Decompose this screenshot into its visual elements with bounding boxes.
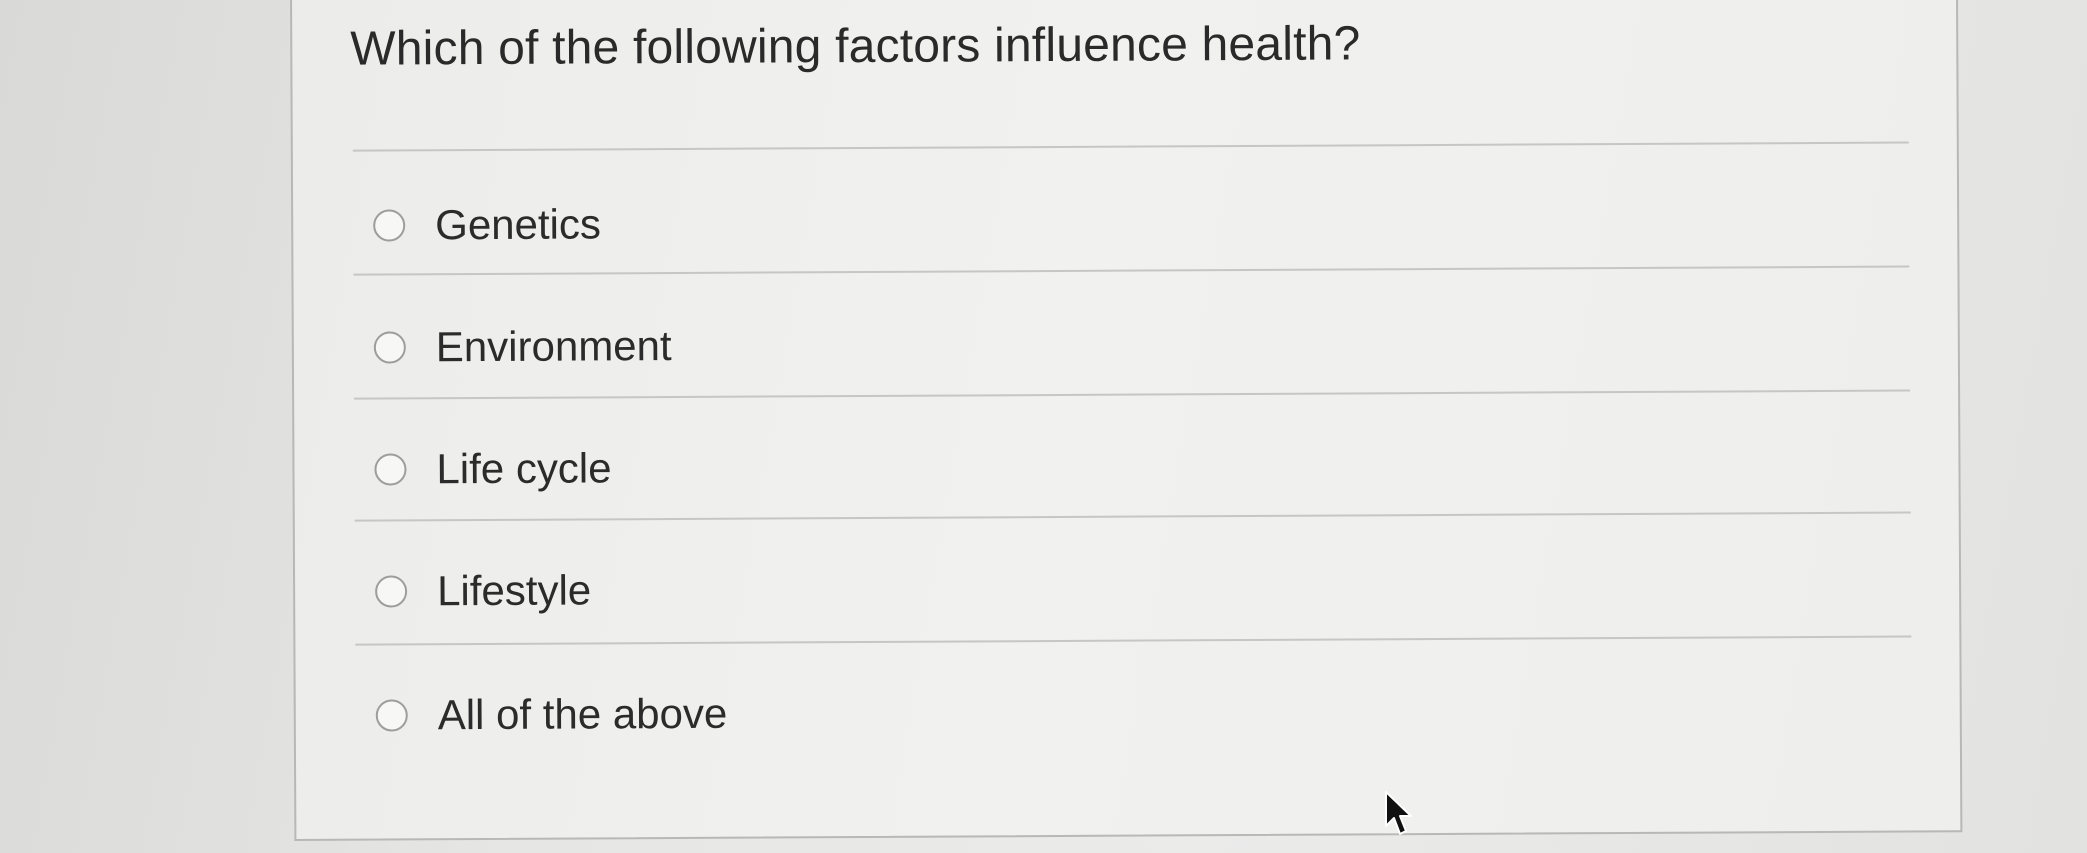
divider: [355, 635, 1912, 646]
option-all-of-the-above[interactable]: All of the above: [375, 684, 728, 746]
option-label: Genetics: [435, 200, 602, 249]
option-label: Lifestyle: [436, 566, 592, 615]
option-label: All of the above: [437, 689, 728, 739]
divider: [352, 141, 1909, 152]
quiz-question-card: Which of the following factors influence…: [290, 0, 1963, 841]
radio-button[interactable]: [373, 209, 406, 242]
divider: [353, 265, 1910, 276]
radio-button[interactable]: [375, 699, 408, 732]
option-label: Environment: [435, 322, 672, 371]
radio-button[interactable]: [374, 453, 407, 486]
option-environment[interactable]: Environment: [373, 316, 672, 378]
option-life-cycle[interactable]: Life cycle: [374, 438, 612, 499]
mouse-pointer-arrow-icon: [1385, 791, 1412, 835]
radio-button[interactable]: [375, 575, 408, 608]
option-genetics[interactable]: Genetics: [373, 194, 601, 255]
option-lifestyle[interactable]: Lifestyle: [375, 560, 591, 621]
option-label: Life cycle: [436, 444, 612, 493]
radio-button[interactable]: [373, 331, 406, 364]
question-text: Which of the following factors influence…: [350, 17, 1361, 76]
divider: [354, 389, 1911, 400]
divider: [354, 511, 1911, 522]
